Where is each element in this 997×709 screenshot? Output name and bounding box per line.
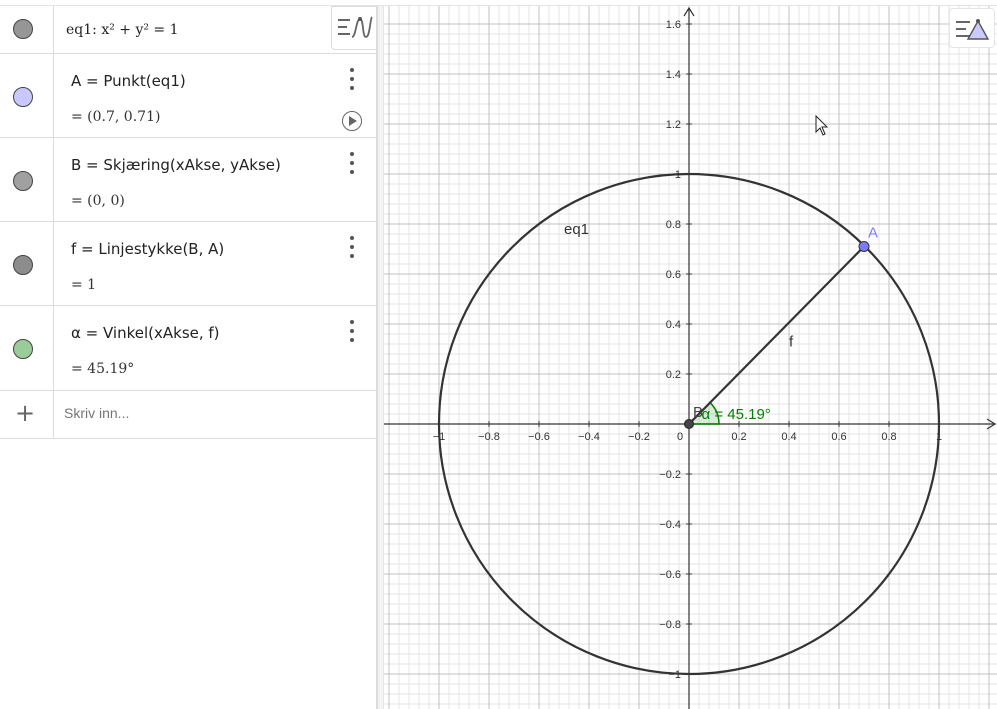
- y-tick-label: 0.8: [666, 219, 681, 231]
- y-tick-label: −1: [668, 669, 681, 681]
- y-tick-label: 0.2: [666, 369, 681, 381]
- y-tick-label: −0.4: [659, 519, 681, 531]
- more-vert-icon[interactable]: [345, 320, 359, 342]
- graphics-canvas[interactable]: −1 −0.8 −0.6 −0.4 −0.2 0 0.2 0.4 0.6 0.8 1−1−0.8−0…: [384, 6, 997, 709]
- definition-B: B = Skjæring(xAkse, yAkse): [71, 156, 281, 174]
- y-tick-label: 0.4: [666, 319, 681, 331]
- visibility-marble-A[interactable]: [13, 87, 33, 107]
- definition-eq1: eq1: x² + y² = 1: [66, 22, 179, 38]
- visibility-marble-B[interactable]: [13, 171, 33, 191]
- value-A: = (0.7, 0.71): [71, 109, 161, 125]
- algebra-row-eq1[interactable]: eq1: x² + y² = 1: [0, 6, 377, 54]
- label-angle: α = 45.19°: [702, 406, 771, 423]
- algebra-row-f[interactable]: f = Linjestykke(B, A) = 1: [0, 222, 377, 306]
- x-tick-label: 0.8: [881, 431, 896, 443]
- algebra-row-alpha[interactable]: α = Vinkel(xAkse, f) = 45.19°: [0, 306, 377, 391]
- x-tick-label: −0.8: [478, 431, 500, 443]
- algebra-view: eq1: x² + y² = 1 A = Punkt(eq1) = (0.7, …: [0, 6, 377, 709]
- label-eq1: eq1: [564, 221, 589, 238]
- graphics-style-icon[interactable]: [949, 8, 995, 48]
- more-vert-icon[interactable]: [345, 236, 359, 258]
- x-tick-label: −0.2: [628, 431, 650, 443]
- visibility-marble-f[interactable]: [13, 255, 33, 275]
- algebra-row-B[interactable]: B = Skjæring(xAkse, yAkse) = (0, 0): [0, 138, 377, 222]
- value-B: = (0, 0): [71, 193, 125, 209]
- y-tick-label: −0.2: [659, 469, 681, 481]
- value-alpha: = 45.19°: [71, 361, 135, 377]
- graphics-view[interactable]: −1 −0.8 −0.6 −0.4 −0.2 0 0.2 0.4 0.6 0.8 1 −1 −0.8 −0…: [384, 6, 997, 709]
- algebra-row-A[interactable]: A = Punkt(eq1) = (0.7, 0.71): [0, 54, 377, 138]
- definition-f: f = Linjestykke(B, A): [71, 240, 225, 258]
- play-icon[interactable]: [342, 111, 362, 131]
- value-f: = 1: [71, 277, 97, 293]
- y-tick-label: −0.6: [659, 569, 681, 581]
- panel-divider[interactable]: [377, 6, 384, 709]
- x-tick-label: −0.6: [528, 431, 550, 443]
- definition-A: A = Punkt(eq1): [71, 72, 186, 90]
- x-tick-label: −0.4: [578, 431, 600, 443]
- visibility-marble-alpha[interactable]: [13, 339, 33, 359]
- algebra-input[interactable]: [64, 405, 344, 421]
- segment-f: [688, 245, 865, 425]
- algebra-input-row[interactable]: +: [0, 391, 377, 439]
- x-tick-label: 0.2: [731, 431, 746, 443]
- mouse-cursor-icon: [815, 114, 829, 136]
- x-tick-label: 0.4: [781, 431, 796, 443]
- visibility-marble-eq1[interactable]: [13, 19, 33, 39]
- algebra-style-icon[interactable]: [331, 6, 377, 50]
- plus-icon[interactable]: +: [12, 401, 38, 427]
- y-tick-label: 1.2: [666, 119, 681, 131]
- y-tick-label: 1.4: [666, 69, 681, 81]
- x-tick-label: 0.6: [831, 431, 846, 443]
- y-tick-label: 1.6: [666, 19, 681, 31]
- point-A[interactable]: [858, 241, 870, 252]
- x-tick-label: 0: [677, 431, 683, 443]
- label-point-A: A: [868, 225, 878, 242]
- more-vert-icon[interactable]: [345, 68, 359, 90]
- y-tick-label: −0.8: [659, 619, 681, 631]
- label-segment-f: f: [789, 334, 794, 351]
- label-point-B: B: [693, 404, 703, 421]
- definition-alpha: α = Vinkel(xAkse, f): [71, 324, 220, 342]
- y-tick-label: 0.6: [666, 269, 681, 281]
- more-vert-icon[interactable]: [345, 152, 359, 174]
